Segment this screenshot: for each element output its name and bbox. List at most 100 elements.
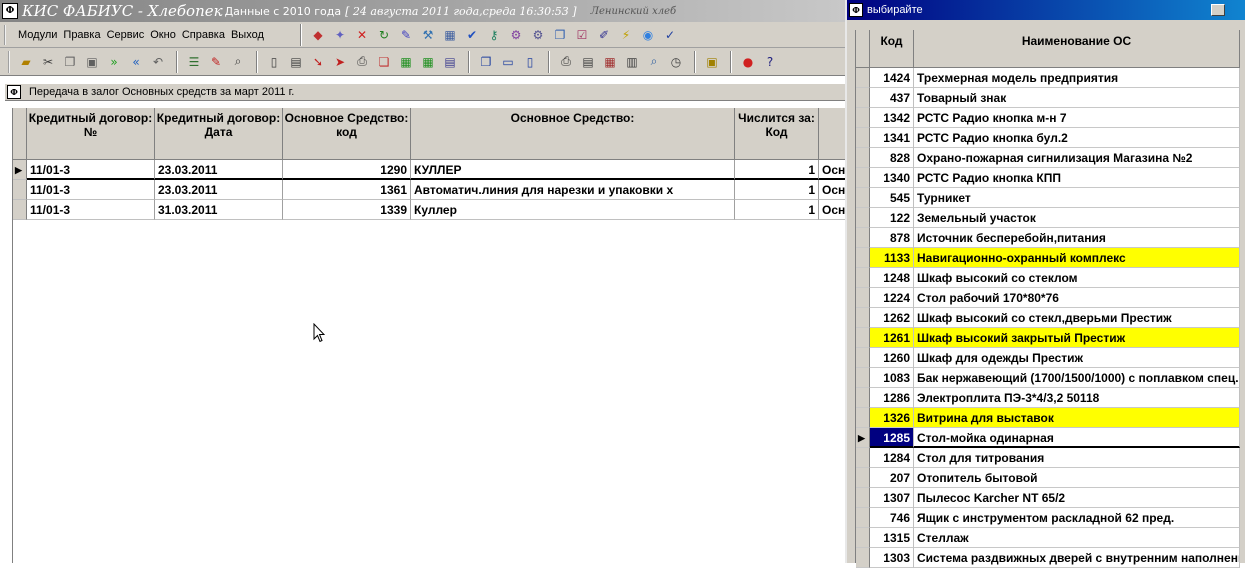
dbf-icon[interactable]: ▤ <box>440 52 460 72</box>
picker-cell-code[interactable]: 1307 <box>870 488 914 508</box>
magic-wand-icon[interactable]: ✦ <box>330 25 350 45</box>
picker-row[interactable]: 1083 Бак нержавеющий (1700/1500/1000) с п… <box>856 368 1240 388</box>
cell-owner[interactable]: 1 <box>735 160 819 180</box>
picker-cell-name[interactable]: Стол для титрования <box>914 448 1240 468</box>
picker-cell-name[interactable]: РСТС Радио кнопка бул.2 <box>914 128 1240 148</box>
cell-date[interactable]: 23.03.2011 <box>155 160 283 180</box>
picker-cell-name[interactable]: Турникет <box>914 188 1240 208</box>
export-icon[interactable]: ➤ <box>330 52 350 72</box>
picker-cell-name[interactable]: Шкаф высокий закрытый Престиж <box>914 328 1240 348</box>
picker-row[interactable]: 1315 Стеллаж <box>856 528 1240 548</box>
windows-icon[interactable]: ❐ <box>476 52 496 72</box>
picker-row[interactable]: 828 Охрано-пожарная сигнилизация Магазина… <box>856 148 1240 168</box>
picker-cell-code[interactable]: 1083 <box>870 368 914 388</box>
picker-cell-code[interactable]: 1286 <box>870 388 914 408</box>
picker-cell-name[interactable]: Электроплита ПЭ-3*4/3,2 50118 <box>914 388 1240 408</box>
picker-cell-name[interactable]: Пылесос Karcher NT 65/2 <box>914 488 1240 508</box>
menu-item-2[interactable]: Сервис <box>107 29 145 41</box>
cell-num[interactable]: 11/01-3 <box>27 160 155 180</box>
report-icon[interactable]: ▤ <box>578 52 598 72</box>
picker-cell-code[interactable]: 1284 <box>870 448 914 468</box>
picker-row[interactable]: 1342 РСТС Радио кнопка м-н 7 <box>856 108 1240 128</box>
picker-cell-code[interactable]: 1303 <box>870 548 914 568</box>
picker-cell-code[interactable]: 878 <box>870 228 914 248</box>
arrow-icon[interactable]: ➘ <box>308 52 328 72</box>
picker-cell-name[interactable]: Шкаф высокий со стекл,дверьми Престиж <box>914 308 1240 328</box>
picker-cell-name[interactable]: Товарный знак <box>914 88 1240 108</box>
cell-extra[interactable]: Осн <box>819 180 846 200</box>
refresh-icon[interactable]: ↻ <box>374 25 394 45</box>
paste-icon[interactable]: ▣ <box>82 52 102 72</box>
spell-check-icon[interactable]: ✓ <box>660 25 680 45</box>
picker-cell-name[interactable]: Ящик с инструментом раскладной 62 пред. <box>914 508 1240 528</box>
excel-icon[interactable]: ▦ <box>396 52 416 72</box>
menu-item-0[interactable]: Модули <box>18 29 57 41</box>
picker-cell-code[interactable]: 1261 <box>870 328 914 348</box>
list-icon[interactable]: ☰ <box>184 52 204 72</box>
picker-row[interactable]: 1284 Стол для титрования <box>856 448 1240 468</box>
column-header-contract-num[interactable]: Кредитный договор: № <box>27 108 155 160</box>
help-icon[interactable]: ? <box>760 52 780 72</box>
check-icon[interactable]: ✔ <box>462 25 482 45</box>
cell-name[interactable]: КУЛЛЕР <box>411 160 735 180</box>
copy-icon[interactable]: ❐ <box>60 52 80 72</box>
pin-icon[interactable]: ✎ <box>396 25 416 45</box>
cell-date[interactable]: 23.03.2011 <box>155 180 283 200</box>
wrench-icon[interactable]: ⚒ <box>418 25 438 45</box>
cell-name[interactable]: Куллер <box>411 200 735 220</box>
cell-code[interactable]: 1361 <box>283 180 411 200</box>
column-header-asset-name[interactable]: Основное Средство: <box>411 108 735 160</box>
picker-row[interactable]: 1340 РСТС Радио кнопка КПП <box>856 168 1240 188</box>
picker-column-name[interactable]: Наименование ОС <box>914 30 1240 68</box>
globe-icon[interactable]: ◉ <box>638 25 658 45</box>
find-icon[interactable]: ⌕ <box>644 52 664 72</box>
cell-name[interactable]: Автоматич.линия для нарезки и упаковки х <box>411 180 735 200</box>
picker-cell-code[interactable]: 1315 <box>870 528 914 548</box>
column-header-extra[interactable] <box>819 108 846 160</box>
table-icon[interactable]: ▦ <box>600 52 620 72</box>
search-doc-icon[interactable]: ⌕ <box>228 52 248 72</box>
picker-cell-code[interactable]: 1260 <box>870 348 914 368</box>
cell-code[interactable]: 1339 <box>283 200 411 220</box>
picker-column-code[interactable]: Код <box>870 30 914 68</box>
column-header-contract-date[interactable]: Кредитный договор: Дата <box>155 108 283 160</box>
picker-cell-code[interactable]: 437 <box>870 88 914 108</box>
picker-cell-name[interactable]: Трехмерная модель предприятия <box>914 68 1240 88</box>
cell-code[interactable]: 1290 <box>283 160 411 180</box>
minimize-button[interactable] <box>1211 4 1225 16</box>
copy-window-icon[interactable]: ❐ <box>550 25 570 45</box>
picker-cell-code[interactable]: 1342 <box>870 108 914 128</box>
picker-cell-name[interactable]: Стол рабочий 170*80*76 <box>914 288 1240 308</box>
doc-icon[interactable]: ▤ <box>286 52 306 72</box>
picker-cell-name[interactable]: Охрано-пожарная сигнилизация Магазина №2 <box>914 148 1240 168</box>
clock-icon[interactable]: ◷ <box>666 52 686 72</box>
picker-cell-name[interactable]: Витрина для выставок <box>914 408 1240 428</box>
prev-icon[interactable]: « <box>126 52 146 72</box>
calculator2-icon[interactable]: ▥ <box>622 52 642 72</box>
picker-cell-name[interactable]: Система раздвижных дверей с внутренним н… <box>914 548 1240 568</box>
checklist-icon[interactable]: ☑ <box>572 25 592 45</box>
picker-cell-code[interactable]: 1248 <box>870 268 914 288</box>
picker-cell-code[interactable]: 1224 <box>870 288 914 308</box>
picker-cell-code[interactable]: 1424 <box>870 68 914 88</box>
picker-cell-code[interactable]: 1341 <box>870 128 914 148</box>
picker-row[interactable]: 746 Ящик с инструментом раскладной 62 пре… <box>856 508 1240 528</box>
picker-cell-name[interactable]: Бак нержавеющий (1700/1500/1000) с попла… <box>914 368 1240 388</box>
picker-cell-code[interactable]: 122 <box>870 208 914 228</box>
column-header-asset-code[interactable]: Основное Средство: код <box>283 108 411 160</box>
picker-row[interactable]: 1224 Стол рабочий 170*80*76 <box>856 288 1240 308</box>
balloon-icon[interactable]: ● <box>738 52 758 72</box>
picker-cell-code[interactable]: 545 <box>870 188 914 208</box>
picker-row[interactable]: 122 Земельный участок <box>856 208 1240 228</box>
picker-row[interactable]: 1261 Шкаф высокий закрытый Престиж <box>856 328 1240 348</box>
picker-cell-name[interactable]: Источник бесперебойн,питания <box>914 228 1240 248</box>
picker-cell-name[interactable]: Отопитель бытовой <box>914 468 1240 488</box>
picker-row[interactable]: 1424 Трехмерная модель предприятия <box>856 68 1240 88</box>
table-row[interactable]: 11/01-3 23.03.2011 1361 Автоматич.линия для… <box>13 180 846 200</box>
print-preview-icon[interactable]: ⎙ <box>352 52 372 72</box>
settings-icon[interactable]: ⚙ <box>528 25 548 45</box>
table-row[interactable]: 11/01-3 31.03.2011 1339 Куллер 1 Осн <box>13 200 846 220</box>
copy-doc-icon[interactable]: ❏ <box>374 52 394 72</box>
lightning-icon[interactable]: ⚡ <box>616 25 636 45</box>
table-row[interactable]: ▶ 11/01-3 23.03.2011 1290 КУЛЛЕР 1 Осн <box>13 160 846 180</box>
